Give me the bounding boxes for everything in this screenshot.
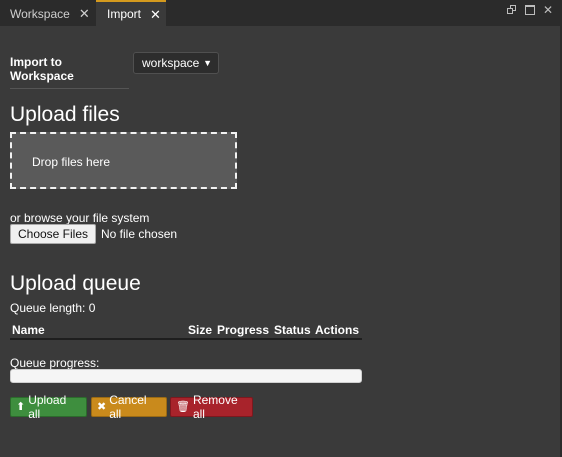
window-controls: ✕	[506, 4, 554, 16]
close-icon[interactable]: ✕	[150, 8, 161, 21]
column-header-size: Size	[188, 323, 213, 337]
queue-table-header: Name Size Progress Status Actions	[10, 320, 362, 340]
upload-all-label: Upload all	[28, 393, 67, 421]
upload-icon: ⬆	[16, 400, 26, 413]
queue-length: Queue length: 0	[10, 301, 96, 315]
remove-all-button[interactable]: 🗑 Remove all	[170, 393, 253, 421]
queue-progress-bar	[10, 369, 362, 383]
browse-text: or browse your file system	[10, 211, 150, 225]
upload-queue-heading: Upload queue	[10, 272, 141, 295]
cancel-all-label: Cancel all	[109, 393, 147, 421]
restore-icon[interactable]	[506, 4, 518, 16]
choose-files-button[interactable]: Choose Files	[10, 224, 96, 244]
workspace-select-value: workspace	[142, 56, 200, 70]
tab-bar: Workspace ✕ Import ✕ ✕	[0, 0, 562, 26]
close-icon[interactable]: ✕	[79, 7, 90, 20]
no-file-chosen-text: No file chosen	[101, 227, 178, 241]
cancel-icon: ✖	[97, 400, 107, 413]
trash-icon: 🗑	[176, 400, 190, 413]
caret-down-icon: ▼	[203, 58, 212, 68]
column-header-actions: Actions	[315, 323, 360, 337]
tab-import-label: Import	[107, 7, 142, 21]
import-to-label: Import to Workspace	[10, 55, 129, 89]
workspace-select[interactable]: workspace ▼	[133, 52, 219, 74]
tab-workspace[interactable]: Workspace ✕	[0, 1, 96, 26]
upload-all-button[interactable]: ⬆ Upload all	[10, 393, 87, 421]
upload-files-heading: Upload files	[10, 103, 120, 126]
tab-import[interactable]: Import ✕	[96, 0, 166, 26]
cancel-all-button[interactable]: ✖ Cancel all	[91, 393, 167, 421]
drop-zone-text: Drop files here	[32, 155, 111, 169]
queue-progress-label: Queue progress:	[10, 356, 100, 370]
close-window-icon[interactable]: ✕	[542, 4, 554, 16]
tab-workspace-label: Workspace	[10, 6, 70, 21]
column-header-progress: Progress	[217, 323, 270, 337]
drop-zone[interactable]: Drop files here	[10, 132, 237, 189]
column-header-status: Status	[274, 323, 311, 337]
column-header-name: Name	[12, 323, 45, 337]
maximize-icon[interactable]	[524, 4, 536, 16]
remove-all-label: Remove all	[192, 393, 238, 421]
